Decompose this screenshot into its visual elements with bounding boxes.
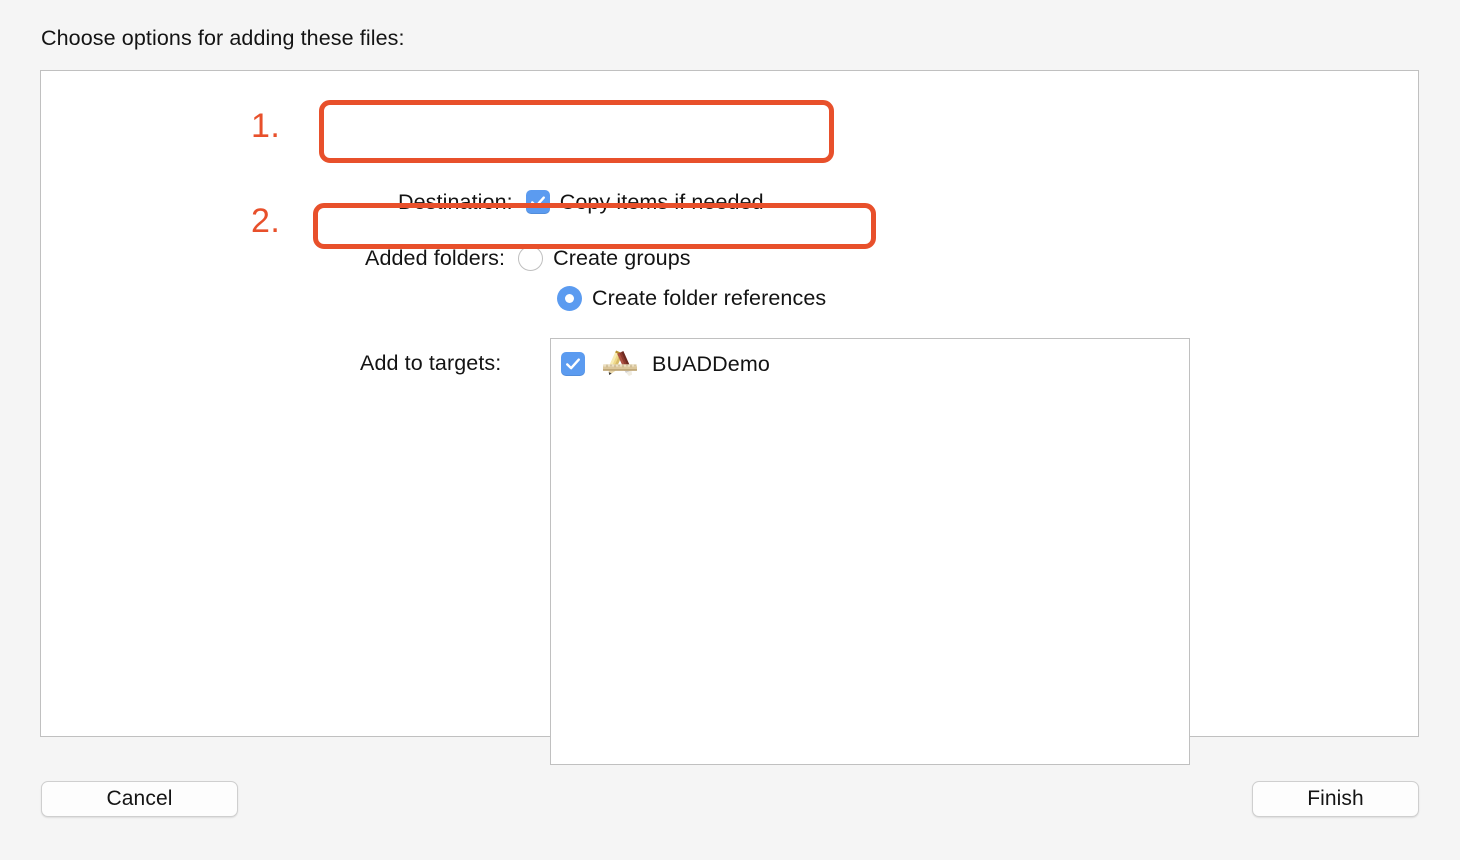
- list-item[interactable]: BUADDemo: [561, 349, 770, 379]
- create-folder-references-row: Create folder references: [557, 283, 826, 313]
- create-groups-radio[interactable]: [518, 245, 544, 271]
- options-panel: Destination: Copy items if needed Added …: [40, 70, 1419, 765]
- targets-list[interactable]: BUADDemo: [550, 338, 1190, 765]
- target-checkbox[interactable]: [561, 352, 585, 376]
- finish-button[interactable]: Finish: [1252, 781, 1419, 817]
- xcode-app-icon: [602, 349, 638, 379]
- target-name: BUADDemo: [652, 351, 770, 376]
- annotation-marker-1: 1.: [251, 107, 281, 145]
- destination-row: Destination: Copy items if needed: [398, 187, 764, 217]
- create-folder-references-label[interactable]: Create folder references: [592, 286, 826, 311]
- page-title: Choose options for adding these files:: [41, 26, 405, 50]
- create-groups-label[interactable]: Create groups: [553, 246, 691, 271]
- copy-items-label[interactable]: Copy items if needed: [560, 190, 764, 215]
- cancel-button[interactable]: Cancel: [41, 781, 238, 817]
- annotation-marker-2: 2.: [251, 202, 281, 240]
- added-folders-label: Added folders:: [365, 245, 506, 270]
- added-folders-row: Added folders: Create groups: [365, 243, 691, 273]
- add-to-targets-label: Add to targets:: [360, 350, 502, 375]
- create-folder-references-radio[interactable]: [557, 285, 582, 311]
- add-to-targets-row: Add to targets:: [360, 348, 516, 378]
- destination-label: Destination:: [398, 189, 513, 214]
- copy-items-checkbox[interactable]: [525, 190, 550, 214]
